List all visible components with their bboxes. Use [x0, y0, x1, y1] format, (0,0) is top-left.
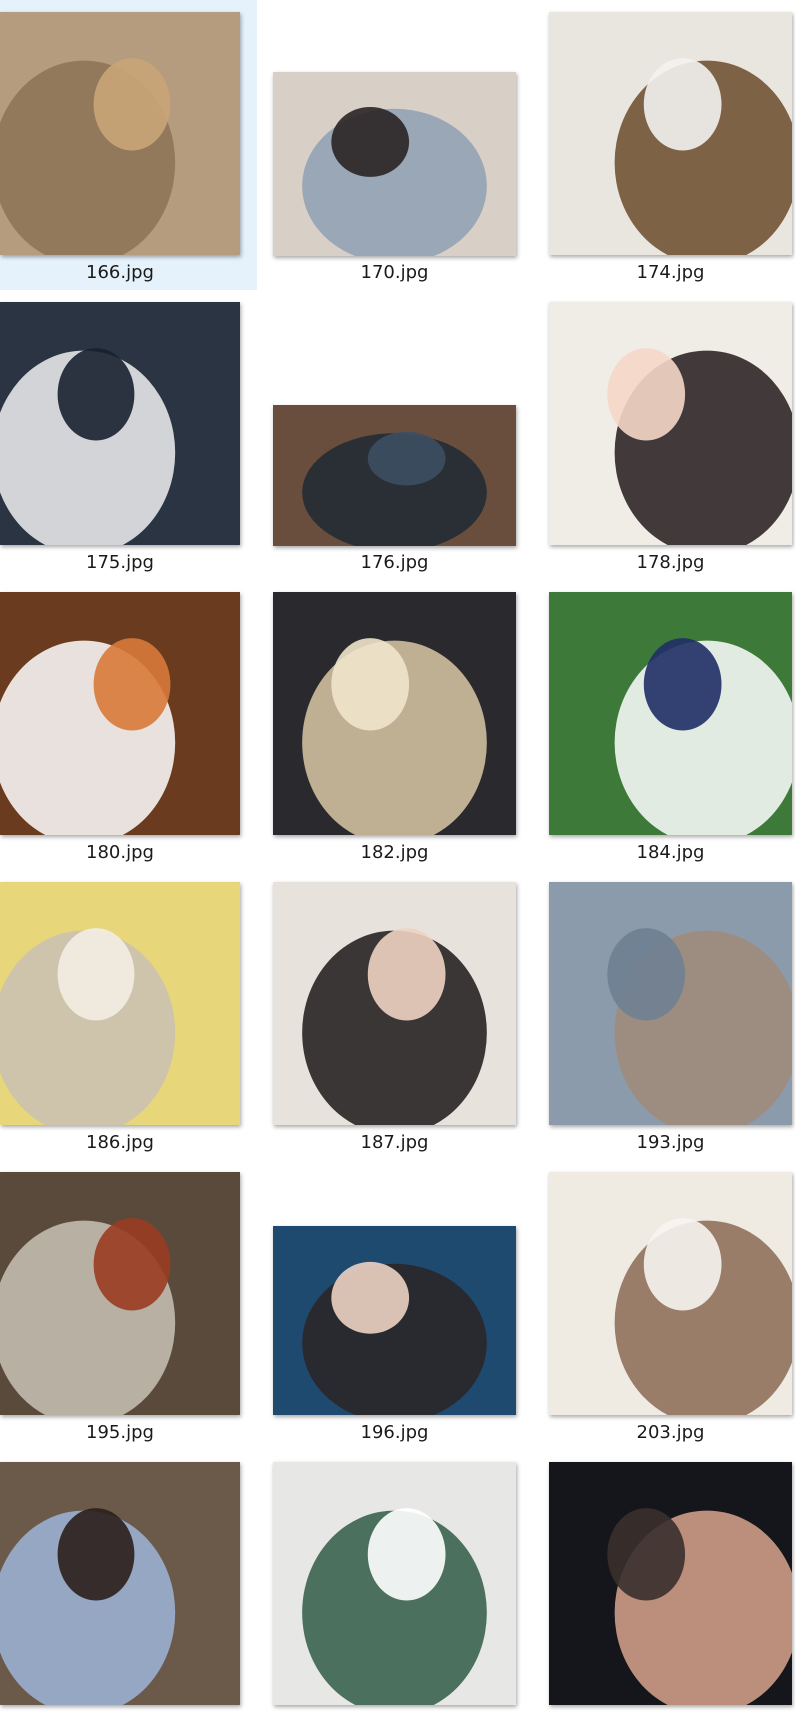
- file-tile[interactable]: 195.jpg: [0, 1160, 257, 1450]
- file-tile[interactable]: 174.jpg: [549, 0, 792, 290]
- image-thumbnail[interactable]: [549, 12, 792, 255]
- file-tile[interactable]: 182.jpg: [273, 580, 516, 870]
- file-name-label: 203.jpg: [636, 1422, 705, 1443]
- image-thumbnail[interactable]: [0, 882, 240, 1125]
- file-name-label: 184.jpg: [636, 842, 705, 863]
- file-name-label: 186.jpg: [86, 1132, 154, 1153]
- image-thumbnail[interactable]: [273, 405, 516, 546]
- file-tile[interactable]: 184.jpg: [549, 580, 792, 870]
- image-thumbnail[interactable]: [0, 592, 240, 835]
- image-thumbnail[interactable]: [273, 1226, 516, 1415]
- image-thumbnail[interactable]: [549, 1462, 792, 1705]
- file-name-label: 166.jpg: [86, 262, 154, 283]
- file-name-label: 182.jpg: [360, 842, 429, 863]
- file-tile[interactable]: 166.jpg: [0, 0, 257, 290]
- file-tile[interactable]: 175.jpg: [0, 290, 257, 580]
- image-thumbnail[interactable]: [549, 302, 792, 545]
- image-thumbnail[interactable]: [0, 1172, 240, 1415]
- file-name-label: 196.jpg: [360, 1422, 429, 1443]
- file-tile[interactable]: 178.jpg: [549, 290, 792, 580]
- file-name-label: 178.jpg: [636, 552, 705, 573]
- file-tile[interactable]: 193.jpg: [549, 870, 792, 1160]
- image-thumbnail[interactable]: [0, 12, 240, 255]
- image-thumbnail[interactable]: [549, 882, 792, 1125]
- file-tile[interactable]: [0, 1450, 257, 1713]
- file-name-label: 187.jpg: [360, 1132, 429, 1153]
- file-tile[interactable]: [549, 1450, 792, 1713]
- file-tile[interactable]: 180.jpg: [0, 580, 257, 870]
- file-name-label: 170.jpg: [360, 262, 429, 283]
- file-tile[interactable]: 186.jpg: [0, 870, 257, 1160]
- file-name-label: 174.jpg: [636, 262, 705, 283]
- file-tile[interactable]: 196.jpg: [273, 1160, 516, 1450]
- image-thumbnail[interactable]: [0, 1462, 240, 1705]
- file-tile[interactable]: [273, 1450, 516, 1713]
- file-tile[interactable]: 187.jpg: [273, 870, 516, 1160]
- file-name-label: 193.jpg: [636, 1132, 705, 1153]
- image-thumbnail[interactable]: [273, 1462, 516, 1705]
- file-name-label: 176.jpg: [360, 552, 429, 573]
- image-thumbnail[interactable]: [273, 882, 516, 1125]
- file-name-label: 175.jpg: [86, 552, 154, 573]
- image-thumbnail[interactable]: [273, 592, 516, 835]
- image-thumbnail[interactable]: [549, 1172, 792, 1415]
- file-name-label: 180.jpg: [86, 842, 154, 863]
- image-thumbnail[interactable]: [0, 302, 240, 545]
- image-thumbnail[interactable]: [273, 72, 516, 256]
- image-thumbnail[interactable]: [549, 592, 792, 835]
- file-tile[interactable]: 176.jpg: [273, 290, 516, 580]
- file-name-label: 195.jpg: [86, 1422, 154, 1443]
- file-tile[interactable]: 203.jpg: [549, 1160, 792, 1450]
- file-tile[interactable]: 170.jpg: [273, 0, 516, 290]
- thumbnail-grid: 166.jpg 170.jpg 174.jpg 175.jpg 176.jpg 178.j…: [0, 0, 795, 1713]
